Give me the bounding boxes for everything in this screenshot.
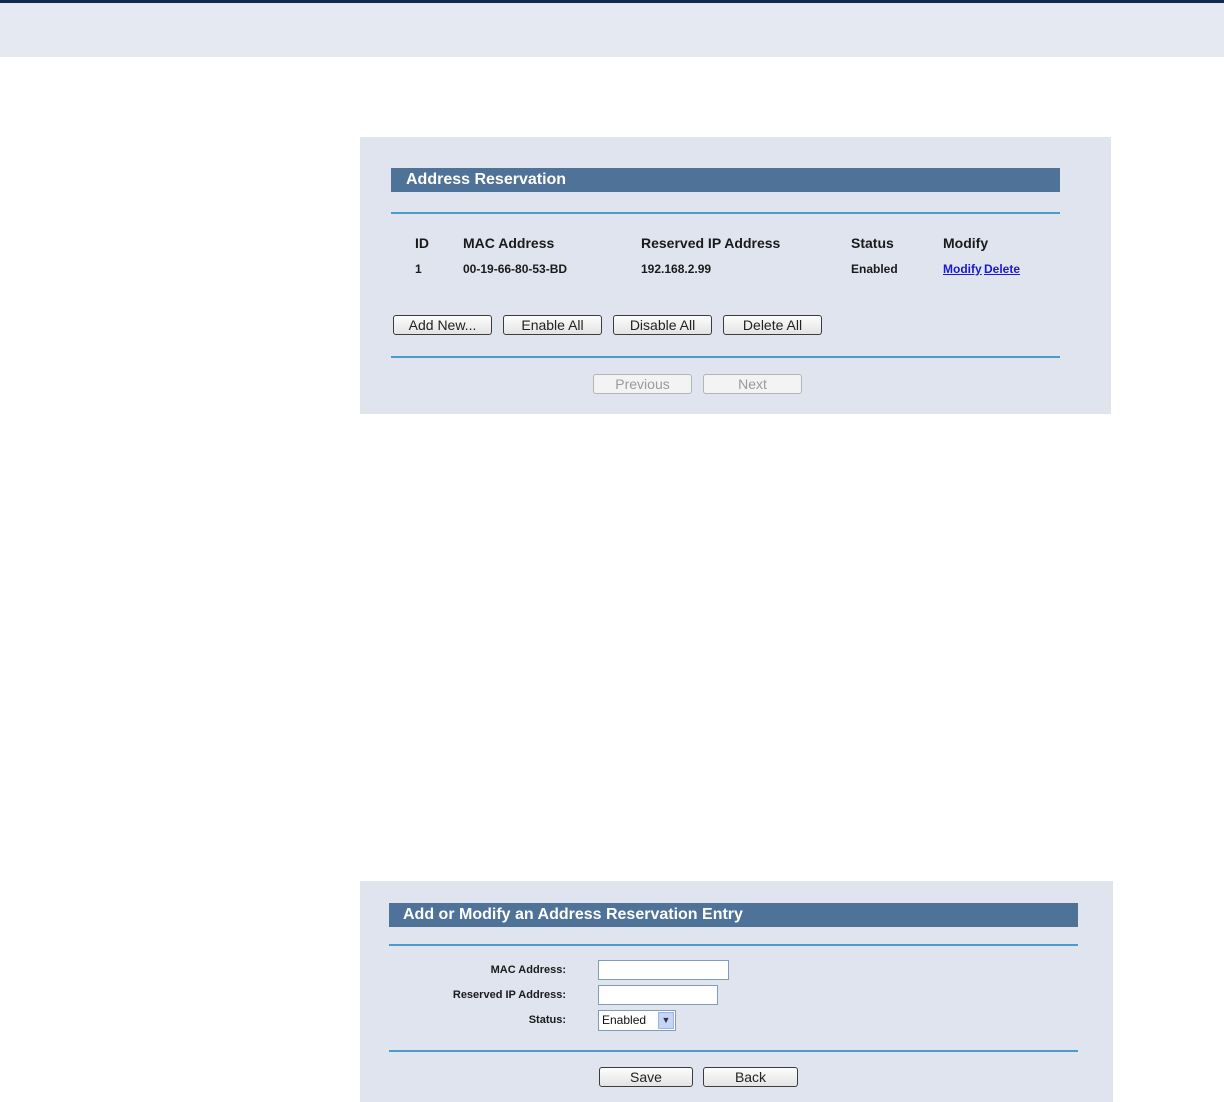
modify-link[interactable]: Modify bbox=[943, 262, 982, 276]
enable-all-button[interactable]: Enable All bbox=[503, 315, 602, 335]
mac-address-label: MAC Address: bbox=[490, 964, 566, 976]
row-mac: 00-19-66-80-53-BD bbox=[463, 262, 568, 276]
reservation-panel: Address Reservation ID MAC Address Reser… bbox=[360, 137, 1111, 414]
chevron-down-icon[interactable]: ▼ bbox=[658, 1012, 674, 1029]
reserved-ip-label: Reserved IP Address: bbox=[452, 989, 566, 1001]
status-label: Status: bbox=[528, 1014, 566, 1026]
back-button[interactable]: Back bbox=[703, 1067, 798, 1087]
status-select-value: Enabled bbox=[602, 1013, 647, 1027]
row-ip: 192.168.2.99 bbox=[641, 262, 712, 276]
column-header-ip: Reserved IP Address bbox=[641, 235, 781, 251]
divider bbox=[389, 1050, 1078, 1052]
disable-all-button[interactable]: Disable All bbox=[613, 315, 712, 335]
panel-title: Address Reservation bbox=[391, 168, 1060, 192]
status-select[interactable]: Enabled ▼ bbox=[598, 1010, 676, 1031]
row-id: 1 bbox=[415, 262, 422, 276]
column-header-modify: Modify bbox=[943, 235, 989, 251]
column-header-id: ID bbox=[415, 235, 429, 251]
divider bbox=[391, 356, 1060, 358]
column-header-mac: MAC Address bbox=[463, 235, 555, 251]
delete-all-button[interactable]: Delete All bbox=[723, 315, 822, 335]
reserved-ip-input[interactable] bbox=[598, 985, 718, 1005]
header-band bbox=[0, 3, 1224, 57]
delete-link[interactable]: Delete bbox=[984, 262, 1020, 276]
next-button[interactable]: Next bbox=[703, 374, 802, 394]
form-title: Add or Modify an Address Reservation Ent… bbox=[389, 903, 1078, 927]
divider bbox=[391, 212, 1060, 214]
mac-address-input[interactable] bbox=[598, 960, 729, 980]
previous-button[interactable]: Previous bbox=[593, 374, 692, 394]
column-header-status: Status bbox=[851, 235, 894, 251]
row-status: Enabled bbox=[851, 262, 898, 276]
save-button[interactable]: Save bbox=[599, 1067, 693, 1087]
entry-form-panel: Add or Modify an Address Reservation Ent… bbox=[360, 881, 1113, 1102]
divider bbox=[389, 944, 1078, 946]
add-new-button[interactable]: Add New... bbox=[393, 315, 492, 335]
